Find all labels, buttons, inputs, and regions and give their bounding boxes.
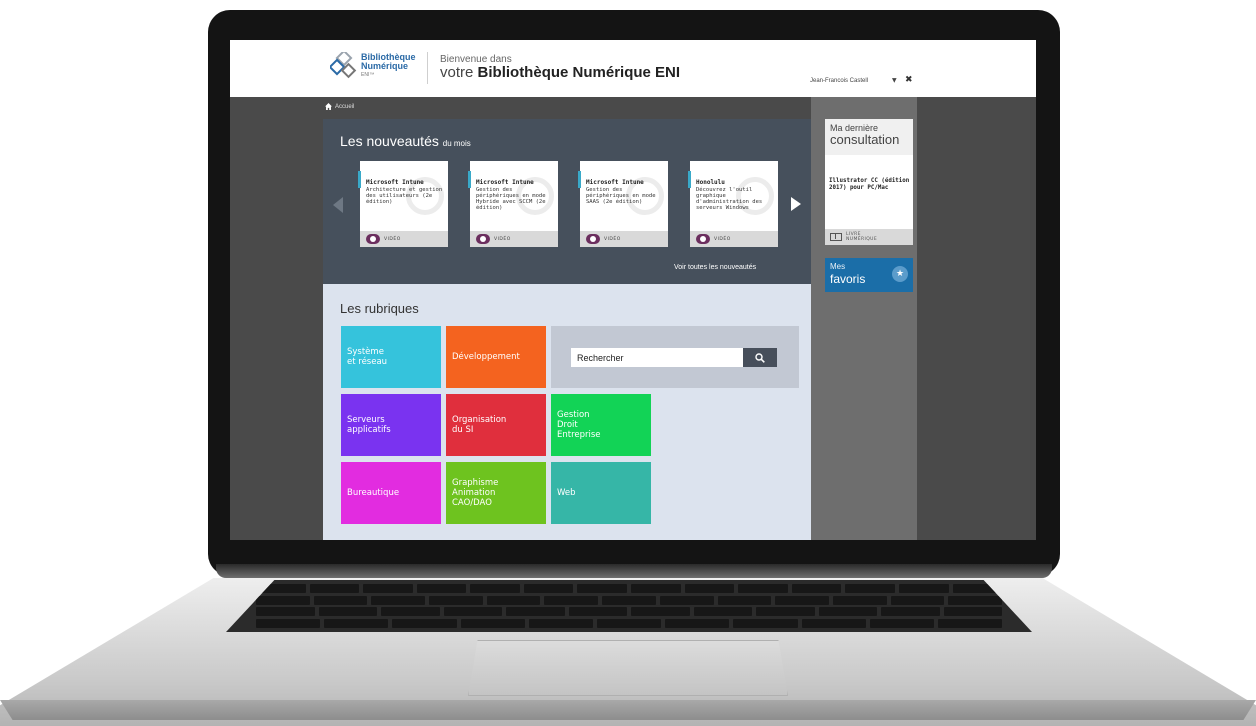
tile-serveurs-applicatifs[interactable]: Serveurs applicatifs [341, 394, 441, 456]
book-icon [830, 233, 842, 241]
video-icon [476, 234, 490, 244]
card-title: Microsoft Intune [366, 179, 424, 186]
carousel-next-arrow-icon[interactable] [791, 197, 801, 211]
card-tab [688, 171, 691, 188]
card-type: VIDÉO [604, 236, 621, 242]
last-consultation-header: Ma dernière consultation [825, 119, 913, 155]
last-consultation-type: LIVRE NUMÉRIQUE [846, 232, 877, 242]
tile-web[interactable]: Web [551, 462, 651, 524]
favorites-line-1: Mes [830, 262, 846, 271]
favorites-line-2: favoris [830, 272, 866, 286]
search-panel [551, 326, 799, 388]
tile-organisation-si[interactable]: Organisation du SI [446, 394, 546, 456]
news-title-suffix: du mois [442, 139, 471, 148]
card-type: VIDÉO [384, 236, 401, 242]
chevron-down-icon[interactable]: ▼ [892, 77, 897, 84]
rubriques-panel: Les rubriques Système et réseau Développ… [323, 284, 811, 540]
card-type: VIDÉO [494, 236, 511, 242]
video-icon [586, 234, 600, 244]
video-icon [696, 234, 710, 244]
card-footer: VIDÉO [360, 231, 448, 247]
card-tab [578, 171, 581, 188]
keyboard-row [256, 618, 1003, 628]
laptop-keyboard [226, 580, 1032, 632]
type-line-2: NUMÉRIQUE [846, 237, 878, 242]
tile-graphisme-animation[interactable]: Graphisme Animation CAO/DAO [446, 462, 546, 524]
right-sidebar: Ma dernière consultation Illustrator CC … [811, 97, 917, 540]
card-tab [468, 171, 471, 188]
keyboard-row [256, 595, 1002, 605]
card-title: Honolulu [696, 179, 725, 186]
logo-line-2: Numérique [361, 61, 409, 71]
card-tab [358, 171, 361, 188]
laptop-base-edge [0, 700, 1256, 720]
site-header: Bibliothèque Numérique ENI™ Bienvenue da… [230, 40, 1036, 97]
carousel-prev-arrow-icon[interactable] [333, 197, 343, 213]
news-panel: Les nouveautés du mois Microsoft Intune … [323, 119, 811, 284]
laptop-screen: Bibliothèque Numérique ENI™ Bienvenue da… [230, 40, 1036, 540]
news-title: Les nouveautés du mois [340, 133, 471, 149]
last-consultation-line-2: consultation [830, 132, 900, 147]
welcome-title: votre Bibliothèque Numérique ENI [440, 64, 680, 81]
keyboard-row [256, 607, 1002, 617]
news-title-main: Les nouveautés [340, 133, 439, 149]
last-consultation-title: Illustrator CC (édition 2017) pour PC/Ma… [829, 178, 910, 191]
card-footer: VIDÉO [690, 231, 778, 247]
rubriques-title: Les rubriques [340, 301, 419, 316]
see-all-news-link[interactable]: Voir toutes les nouveautés [674, 264, 756, 271]
card-description: Gestion des périphériques en mode Hybrid… [476, 187, 546, 211]
search-button[interactable] [743, 348, 777, 367]
logo-line-3: ENI™ [361, 72, 375, 78]
star-icon: ★ [892, 266, 908, 282]
tile-gestion-droit-entreprise[interactable]: Gestion Droit Entreprise [551, 394, 651, 456]
card-footer: VIDÉO [580, 231, 668, 247]
news-card[interactable]: Microsoft Intune Architecture et gestion… [358, 161, 448, 247]
card-description: Architecture et gestion des utilisateurs… [366, 187, 443, 205]
tile-bureautique[interactable]: Bureautique [341, 462, 441, 524]
last-consultation-footer: LIVRE NUMÉRIQUE [825, 229, 913, 245]
last-consultation-card[interactable]: Ma dernière consultation Illustrator CC … [825, 119, 913, 245]
close-icon[interactable]: ✖ [905, 75, 913, 85]
card-type: VIDÉO [714, 236, 731, 242]
tile-developpement[interactable]: Développement [446, 326, 546, 388]
favorites-button[interactable]: Mes favoris ★ [825, 258, 913, 292]
breadcrumb-home-link[interactable]: Accueil [335, 104, 354, 110]
logo-text[interactable]: Bibliothèque Numérique ENI™ [361, 53, 416, 80]
search-icon [755, 352, 765, 363]
welcome-brand: Bibliothèque Numérique ENI [477, 64, 681, 81]
card-footer: VIDÉO [470, 231, 558, 247]
home-icon[interactable] [325, 103, 332, 110]
user-name[interactable]: Jean-Francois Castell [810, 78, 868, 84]
logo-icon [330, 52, 357, 79]
card-title: Microsoft Intune [476, 179, 534, 186]
card-description: Gestion des périphériques en mode SAAS (… [586, 187, 656, 205]
news-card[interactable]: Honolulu Découvrez l'outil graphique d'a… [688, 161, 778, 247]
news-card[interactable]: Microsoft Intune Gestion des périphériqu… [468, 161, 558, 247]
tile-systeme-reseau[interactable]: Système et réseau [341, 326, 441, 388]
laptop-trackpad [468, 640, 788, 696]
card-title: Microsoft Intune [586, 179, 644, 186]
laptop-hinge [216, 564, 1052, 578]
search-input[interactable] [571, 348, 743, 367]
video-icon [366, 234, 380, 244]
welcome-prefix: votre [440, 64, 474, 81]
card-description: Découvrez l'outil graphique d'administra… [696, 187, 763, 211]
header-divider [427, 52, 428, 84]
breadcrumb: Accueil [325, 103, 354, 110]
keyboard-row [256, 584, 1003, 594]
news-card[interactable]: Microsoft Intune Gestion des périphériqu… [578, 161, 668, 247]
